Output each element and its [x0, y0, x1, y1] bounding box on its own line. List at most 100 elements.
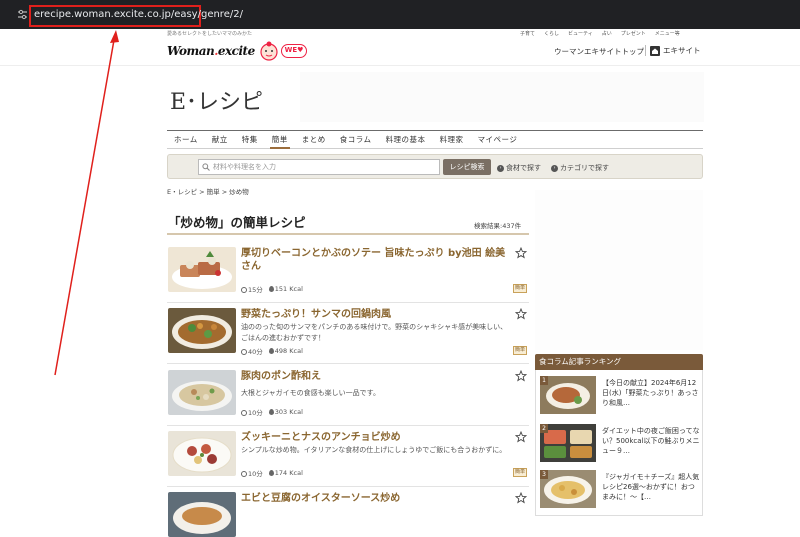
- easy-badge: 簡単: [513, 346, 527, 355]
- util-link[interactable]: 子育て: [520, 30, 535, 37]
- home-icon: [650, 45, 660, 56]
- page-title: 「炒め物」の簡単レシピ: [168, 215, 306, 230]
- search-by-ingredient-label: 食材で探す: [506, 164, 541, 172]
- nav-item-mypage[interactable]: マイページ: [471, 131, 525, 148]
- cook-time-value: 15分: [248, 286, 263, 294]
- recipe-description: 油ののった旬のサンマをパンチのある味付けで。野菜のシャキシャキ感が美味しい、ごは…: [241, 323, 508, 342]
- ad-space: [300, 72, 704, 122]
- ranking-text[interactable]: 『ジャガイモ＋チーズ』超人気レシピ26選～おかずに！おつまみに！～【…: [602, 472, 700, 502]
- cook-time-value: 10分: [248, 409, 263, 417]
- sidebar-ad-space: [535, 190, 703, 350]
- util-link[interactable]: プレゼント: [621, 30, 646, 37]
- we-love-badge[interactable]: WE♥: [281, 44, 307, 58]
- cook-time: 10分: [241, 407, 263, 417]
- clock-icon: [241, 471, 247, 477]
- search-panel: 材料や料理名を入力 レシピ検索 › 食材で探す › カテゴリで探す: [167, 154, 703, 179]
- calories: 303 Kcal: [268, 408, 303, 416]
- util-link[interactable]: ビューティ: [568, 30, 593, 37]
- divider: [645, 45, 646, 56]
- breadcrumb[interactable]: E・レシピ > 簡単 > 炒め物: [167, 186, 249, 196]
- site-settings-icon[interactable]: [17, 9, 28, 20]
- clock-icon: [241, 287, 247, 293]
- nav-item-kondate[interactable]: 献立: [205, 131, 235, 148]
- favorite-star-icon[interactable]: [515, 431, 527, 443]
- recipe-title[interactable]: 野菜たっぷり！サンマの回鍋肉風: [241, 308, 511, 321]
- recipe-title[interactable]: 豚肉のポン酢和え: [241, 370, 511, 383]
- woman-excite-top-link[interactable]: ウーマンエキサイトトップ: [554, 46, 644, 57]
- logo-word-excite: excite: [217, 44, 255, 58]
- recipe-item[interactable]: ズッキーニとナスのアンチョビ炒め シンプルな炒め物。イタリアンな食材の仕上げにし…: [167, 431, 529, 487]
- ranking-thumbnail[interactable]: [540, 424, 596, 462]
- ranking-item[interactable]: 1 【今日の献立】2024年6月12日(水)「野菜たっぷり！あっさり和風…: [540, 374, 700, 418]
- recipe-title[interactable]: 厚切りベーコンとかぶのソテー 旨味たっぷり by池田 絵美さん: [241, 247, 511, 273]
- search-by-ingredient-link[interactable]: › 食材で探す: [497, 163, 541, 173]
- calories-value: 498 Kcal: [274, 347, 303, 355]
- excite-home-link[interactable]: エキサイト: [650, 45, 701, 56]
- ranking-item[interactable]: 2 ダイエット中の夜ご飯困ってない？500kcal以下の鮭ぶりメニュー９…: [540, 422, 700, 466]
- favorite-star-icon[interactable]: [515, 370, 527, 382]
- arrow-icon: ›: [497, 165, 504, 172]
- search-by-category-link[interactable]: › カテゴリで探す: [551, 163, 609, 173]
- ranking-thumbnail[interactable]: [540, 470, 596, 508]
- recipe-thumbnail[interactable]: [168, 492, 236, 537]
- recipe-description: 大根とジャガイモの食感も楽しい一品です。: [241, 389, 380, 397]
- ranking-thumbnail[interactable]: [540, 376, 596, 414]
- recipe-meta: 15分 151 Kcal: [241, 284, 303, 294]
- flame-icon: [268, 409, 274, 415]
- recipe-thumbnail[interactable]: [168, 370, 236, 415]
- clock-icon: [241, 349, 247, 355]
- flame-icon: [268, 470, 274, 476]
- favorite-star-icon[interactable]: [515, 308, 527, 320]
- util-link[interactable]: 占い: [602, 30, 612, 37]
- util-link[interactable]: くらし: [544, 30, 559, 37]
- favorite-star-icon[interactable]: [515, 492, 527, 504]
- cook-time-value: 40分: [248, 348, 263, 356]
- nav-item-basics[interactable]: 料理の基本: [379, 131, 433, 148]
- ranking-text[interactable]: ダイエット中の夜ご飯困ってない？500kcal以下の鮭ぶりメニュー９…: [602, 426, 700, 456]
- recipe-item[interactable]: 豚肉のポン酢和え 大根とジャガイモの食感も楽しい一品です。 10分 303 Kc…: [167, 370, 529, 426]
- recipe-title[interactable]: ズッキーニとナスのアンチョビ炒め: [241, 431, 511, 444]
- recipe-item[interactable]: 野菜たっぷり！サンマの回鍋肉風 油ののった旬のサンマをパンチのある味付けで。野菜…: [167, 308, 529, 364]
- logo-word-woman: Woman: [167, 44, 215, 58]
- calories-value: 303 Kcal: [274, 408, 303, 416]
- nav-item-home[interactable]: ホーム: [167, 131, 205, 148]
- main-nav: ホーム 献立 特集 簡単 まとめ 食コラム 料理の基本 料理家 マイページ: [167, 130, 703, 149]
- recipe-thumbnail[interactable]: [168, 308, 236, 353]
- recipe-title[interactable]: エビと豆腐のオイスターソース炒め: [241, 492, 511, 505]
- recipe-thumbnail[interactable]: [168, 247, 236, 292]
- ranking-item[interactable]: 3 『ジャガイモ＋チーズ』超人気レシピ26選～おかずに！おつまみに！～【…: [540, 468, 700, 512]
- util-link[interactable]: メニュー等: [655, 30, 680, 37]
- nav-item-food-column[interactable]: 食コラム: [333, 131, 379, 148]
- result-count: 検索結果:437件: [474, 222, 522, 230]
- site-tagline: 愛あるセレクトをしたいママのみかた: [167, 31, 253, 37]
- nav-item-matome[interactable]: まとめ: [295, 131, 333, 148]
- calories-value: 174 Kcal: [274, 469, 303, 477]
- search-by-category-label: カテゴリで探す: [560, 164, 609, 172]
- cook-time: 40分: [241, 346, 263, 356]
- cook-time: 15分: [241, 284, 263, 294]
- rank-number: 2: [540, 424, 548, 433]
- recipe-item[interactable]: 厚切りベーコンとかぶのソテー 旨味たっぷり by池田 絵美さん 15分 151 …: [167, 247, 529, 303]
- cook-time: 10分: [241, 468, 263, 478]
- address-bar[interactable]: erecipe.woman.excite.co.jp/easy/genre/2/: [34, 9, 243, 20]
- nav-item-chefs[interactable]: 料理家: [433, 131, 471, 148]
- rank-number: 1: [540, 376, 548, 385]
- calories: 498 Kcal: [268, 347, 303, 355]
- arrow-icon: ›: [551, 165, 558, 172]
- favorite-star-icon[interactable]: [515, 247, 527, 259]
- clock-icon: [241, 410, 247, 416]
- calories-value: 151 Kcal: [274, 285, 303, 293]
- recipe-item[interactable]: エビと豆腐のオイスターソース炒め: [167, 492, 529, 537]
- nav-item-easy[interactable]: 簡単: [265, 131, 295, 149]
- recipe-search-button[interactable]: レシピ検索: [443, 159, 491, 175]
- recipe-thumbnail[interactable]: [168, 431, 236, 476]
- ranking-text[interactable]: 【今日の献立】2024年6月12日(水)「野菜たっぷり！あっさり和風…: [602, 378, 700, 408]
- ranking-title: 食コラム記事ランキング: [535, 354, 703, 370]
- calories: 151 Kcal: [268, 285, 303, 293]
- recipe-meta: 10分 303 Kcal: [241, 407, 303, 417]
- site-title[interactable]: E･レシピ: [170, 84, 263, 116]
- search-input[interactable]: 材料や料理名を入力: [198, 159, 440, 175]
- nav-item-tokushu[interactable]: 特集: [235, 131, 265, 148]
- search-links: › 食材で探す › カテゴリで探す: [497, 163, 609, 173]
- woman-excite-logo[interactable]: Woman.excite: [167, 44, 255, 58]
